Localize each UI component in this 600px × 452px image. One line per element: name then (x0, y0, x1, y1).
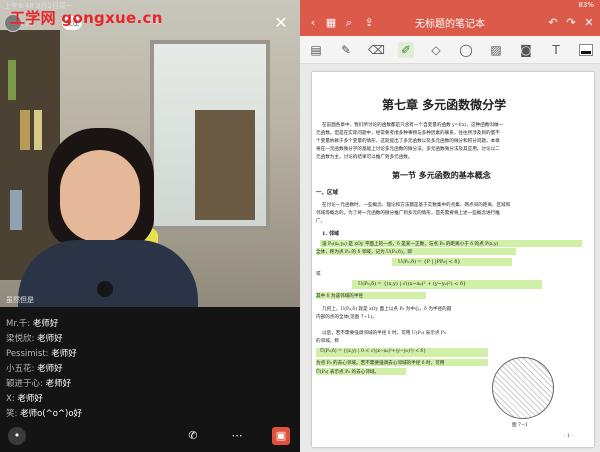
intro-line: 个变量依赖于多个变量的情形，这就提出了多元函数以及多元函数的微分和积分问题。本章 (316, 139, 500, 144)
formula-3-note: Ů(P₀) 表示点 P₀ 的去心邻域。 (316, 370, 380, 375)
intro-line: 将在一元函数微分学的基础上讨论多元函数的微分法，多元函数微分法及其应用。讨论以二 (316, 147, 500, 152)
item-title: 1. 邻域 (322, 231, 339, 237)
undo-icon[interactable]: ↶ (546, 16, 560, 30)
chat-user: 小五花: (6, 364, 35, 374)
page-icon[interactable]: ▤ (308, 42, 324, 58)
chat-user: Pessimist: (6, 349, 49, 359)
color-swatch[interactable] (579, 44, 593, 56)
cabinet (195, 110, 255, 220)
chat-message: Mr.千: 老师好 (6, 317, 58, 329)
formula-1-or: 或 (316, 272, 321, 277)
decenter-line: 以后，若不需要强调邻域的半径 δ 时，可用 U(P₀) 表示点 P₀ (322, 331, 446, 336)
chat-message: 小五花: 老师好 (6, 362, 63, 374)
image-icon[interactable]: ▨ (488, 42, 504, 58)
watermark: 工学网 gongxue.cn (10, 9, 163, 27)
chat-message: Pessimist: 老师好 (6, 347, 77, 359)
figure-7-1 (492, 357, 554, 419)
gift-icon[interactable]: ▣ (272, 427, 290, 445)
pen-icon[interactable]: ✎ (338, 42, 354, 58)
subsection-title: 一、区域 (316, 190, 339, 196)
page-number: · 1 · (564, 434, 573, 439)
chat-text: 老师o(^o^)o好 (17, 409, 83, 419)
definition-line: 全体，称为点 P₀ 的 δ 邻域，记为 U(P₀,δ)，即 (316, 250, 412, 255)
chat-user: 梁悦欣: (6, 334, 35, 344)
book (34, 110, 42, 150)
decenter-line: 的邻域，称 (316, 339, 339, 344)
formula-3-note: 为点 P₀ 的去心邻域。若不需要强调去心邻域的半径 δ 时，可用 (316, 361, 445, 366)
notes-header: 83% ‹ ▦ ⌕ ⇪ 无标题的笔记本 ↶ ↷ ✕ (300, 0, 600, 36)
chat-message: 笑: 老师o(^o^)o好 (6, 407, 82, 419)
geometry-line: 内部的点的全体(见图 7−1)。 (316, 315, 377, 320)
chat-message: X: 老师好 (6, 392, 43, 404)
body-line: 广。 (316, 219, 326, 224)
chat-user: 颖进于心: (6, 379, 43, 389)
book (8, 60, 16, 100)
chat-text: 老师好 (48, 349, 77, 359)
redo-icon[interactable]: ↷ (564, 16, 578, 30)
body-line: 邻域等概念的。为了将一元函数的微分推广到多元的情形，首先需要将上述一些概念进行推 (316, 211, 500, 216)
chat-bubble-icon[interactable]: • (8, 427, 26, 445)
chat-text: 老师好 (30, 319, 59, 329)
close-icon[interactable]: ✕ (272, 14, 290, 32)
chat-message: 梁悦欣: 老师好 (6, 332, 63, 344)
phone-icon[interactable]: ✆ (184, 427, 202, 445)
chat-user: Mr.千: (6, 319, 31, 329)
teacher-body (18, 240, 198, 310)
formula-3: Ů(P₀,δ) = {(x,y) | 0 < √((x−x₀)²+(y−y₀)²… (320, 349, 427, 354)
chat-text: 老师好 (14, 394, 43, 404)
intro-line: 元函数。但是在实际问题中，经常要考虑多种事物与多种因素的联系，往往所涉及到的量不 (316, 131, 500, 136)
figure-caption: 图 7−1 (512, 423, 528, 428)
chat-text: 老师好 (34, 334, 63, 344)
chat-text: 老师好 (42, 379, 72, 389)
chat-user: 笑: (6, 409, 18, 419)
section-title: 第一节 多元函数的基本概念 (392, 170, 491, 180)
live-class-pane: 上午9:48 3月2日周一 工学网 gongxue.cn 蓝 关注 134 ✕ … (0, 0, 300, 452)
chat-message: 颖进于心: 老师好 (6, 377, 71, 389)
formula-2-note: 其中 δ 为该邻域的半径 (316, 294, 364, 299)
definition-line: 设 P₀(x₀,y₀) 是 xOy 平面上的一点，δ 是某一正数，与点 P₀ 的… (322, 242, 499, 247)
chat-text: 老师好 (34, 364, 63, 374)
geometry-line: 几何上，U(P₀,δ) 就是 xOy 面上以点 P₀ 为中心，δ 为半径的圆 (322, 307, 452, 312)
shapes-icon[interactable]: ◇ (428, 42, 444, 58)
text-icon[interactable]: T (548, 42, 564, 58)
more-icon[interactable]: ⋯ (228, 427, 246, 445)
intro-line: 在前面各章中，我们所讨论的函数都是只含有一个自变量的函数 y=f(x)，这种函数… (322, 123, 504, 128)
microphone (97, 281, 113, 297)
camera-icon[interactable]: ◙ (518, 42, 534, 58)
battery-status: 83% (578, 1, 594, 9)
teacher-face (60, 150, 140, 242)
teacher-video (0, 0, 300, 310)
book (20, 110, 30, 150)
notes-pane: 83% ‹ ▦ ⌕ ⇪ 无标题的笔记本 ↶ ↷ ✕ ▤ ✎ ⌫ ✐ ◇ ◯ ▨ … (300, 0, 600, 452)
formula-2: U(P₀,δ) = {(x,y) | √((x−x₀)² + (y−y₀)²) … (358, 281, 467, 287)
live-bottom-bar: • ✆ ⋯ ▣ (0, 419, 300, 452)
notes-toolbar: ▤ ✎ ⌫ ✐ ◇ ◯ ▨ ◙ T (300, 36, 600, 64)
chat-user: X: (6, 394, 15, 404)
chat-list: Mr.千: 老师好 梁悦欣: 老师好 Pessimist: 老师好 小五花: 老… (0, 307, 300, 419)
close-icon[interactable]: ✕ (582, 16, 596, 30)
lasso-icon[interactable]: ◯ (458, 42, 474, 58)
textbook-page: 第七章 多元函数微分学 在前面各章中，我们所讨论的函数都是只含有一个自变量的函数… (312, 72, 594, 447)
body-line: 在讨论一元函数时，一些概念、理论和方法都是基于实数集中的点集、两点间的距离、区域… (322, 203, 511, 208)
note-canvas[interactable]: 第七章 多元函数微分学 在前面各章中，我们所讨论的函数都是只含有一个自变量的函数… (300, 64, 600, 452)
chapter-title: 第七章 多元函数微分学 (382, 98, 507, 112)
eraser-icon[interactable]: ⌫ (368, 42, 385, 58)
formula-1: U(P₀,δ) = {P | |PP₀| < δ} (398, 259, 461, 265)
intro-line: 元函数为主，讨论的结果可以推广到多元函数。 (316, 155, 413, 160)
book (10, 190, 22, 230)
video-caption: 虽然但是 (6, 296, 34, 304)
highlighter-icon[interactable]: ✐ (398, 42, 414, 58)
